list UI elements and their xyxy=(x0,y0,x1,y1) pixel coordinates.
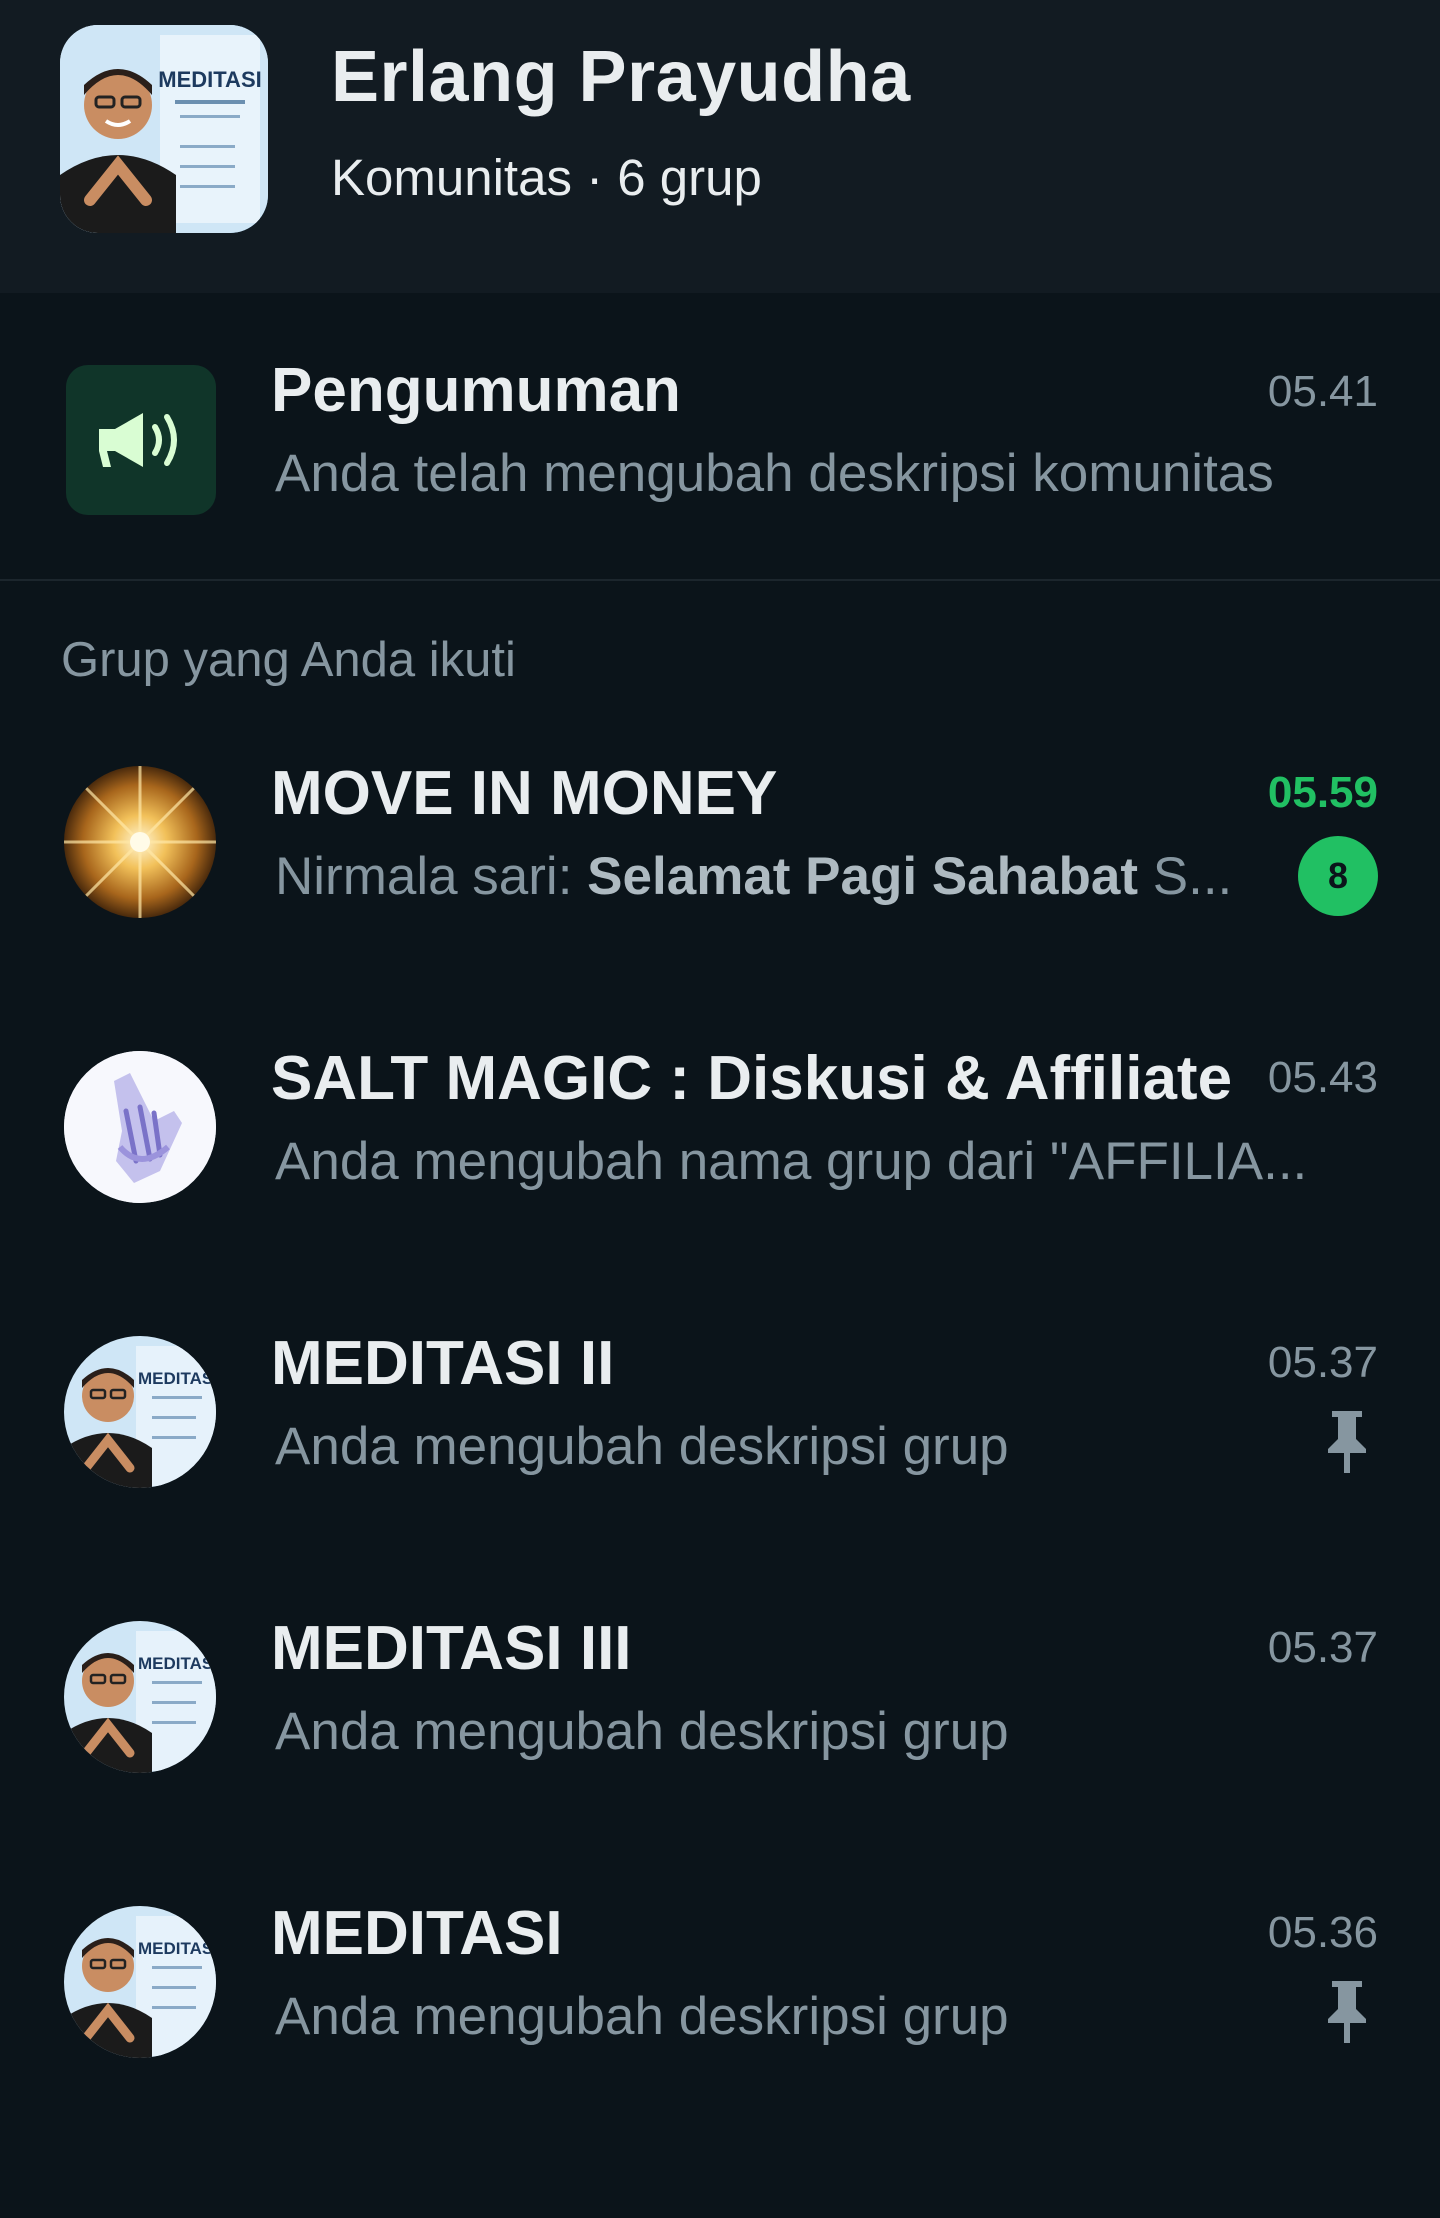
message-tail: S... xyxy=(1152,847,1233,906)
message-sender: Nirmala sari: xyxy=(275,847,573,906)
avatar-poster-title: MEDITASI xyxy=(138,1939,216,1958)
group-name: MOVE IN MONEY xyxy=(271,759,778,828)
group-row-move-in-money[interactable]: MOVE IN MONEY 05.59 Nirmala sari: Selama… xyxy=(0,696,1440,982)
community-avatar-image: MEDITASI xyxy=(60,25,268,233)
announcement-subtitle: Anda telah mengubah deskripsi komunitas xyxy=(275,444,1274,503)
group-last-message: Anda mengubah deskripsi grup xyxy=(275,1417,1009,1476)
group-last-message: Anda mengubah deskripsi grup xyxy=(275,1702,1009,1761)
hands-avatar[interactable] xyxy=(64,1051,216,1203)
avatar-poster-title: MEDITASI xyxy=(138,1654,216,1673)
group-time: 05.36 xyxy=(1267,1908,1378,1957)
group-last-message: Anda mengubah nama grup dari "AFFILIA... xyxy=(275,1132,1308,1191)
meditasi-poster-avatar[interactable]: MEDITASI xyxy=(64,1906,216,2058)
group-row-meditasi[interactable]: MEDITASI MEDITASI 05.36 Anda mengubah de… xyxy=(0,1836,1440,2122)
announcement-title: Pengumuman xyxy=(271,356,681,425)
avatar-poster-title: MEDITASI xyxy=(158,67,261,92)
group-row-meditasi-ii[interactable]: MEDITASI MEDITASI II 05.37 Anda mengubah… xyxy=(0,1266,1440,1552)
group-time: 05.37 xyxy=(1267,1623,1378,1672)
announcement-icon-tile xyxy=(66,365,216,515)
community-subtitle: Komunitas · 6 grup xyxy=(331,149,762,206)
announcement-row[interactable]: Pengumuman Anda telah mengubah deskripsi… xyxy=(0,293,1440,581)
golden-burst-avatar[interactable] xyxy=(64,766,216,918)
community-avatar[interactable]: MEDITASI xyxy=(60,25,268,233)
group-name: SALT MAGIC : Diskusi & Affiliate xyxy=(271,1044,1233,1113)
group-row-meditasi-iii[interactable]: MEDITASI MEDITASI III 05.37 Anda menguba… xyxy=(0,1551,1440,1837)
megaphone-icon xyxy=(99,413,177,467)
group-name: MEDITASI II xyxy=(271,1329,615,1398)
meditasi-poster-avatar[interactable]: MEDITASI xyxy=(64,1621,216,1773)
avatar-poster-title: MEDITASI xyxy=(138,1369,216,1388)
pin-icon xyxy=(1328,1981,1366,2043)
group-row-salt-magic[interactable]: SALT MAGIC : Diskusi & Affiliate 05.43 A… xyxy=(0,981,1440,1267)
group-name: MEDITASI III xyxy=(271,1614,632,1683)
announcement-time: 05.41 xyxy=(1267,367,1378,416)
group-last-message: Nirmala sari: Selamat Pagi Sahabat S... xyxy=(275,846,1265,907)
community-name: Erlang Prayudha xyxy=(331,37,911,117)
group-time: 05.43 xyxy=(1267,1053,1378,1102)
section-label: Grup yang Anda ikuti xyxy=(61,633,516,687)
group-name: MEDITASI xyxy=(271,1899,563,1968)
group-last-message: Anda mengubah deskripsi grup xyxy=(275,1987,1009,2046)
unread-badge: 8 xyxy=(1298,836,1378,916)
group-time: 05.37 xyxy=(1267,1338,1378,1387)
meditasi-poster-avatar[interactable]: MEDITASI xyxy=(64,1336,216,1488)
group-time: 05.59 xyxy=(1267,768,1378,817)
message-text: Selamat Pagi Sahabat xyxy=(587,847,1139,906)
community-header[interactable]: MEDITASI Erlang Prayudha Komunitas · 6 g… xyxy=(0,0,1440,293)
pin-icon xyxy=(1328,1411,1366,1473)
